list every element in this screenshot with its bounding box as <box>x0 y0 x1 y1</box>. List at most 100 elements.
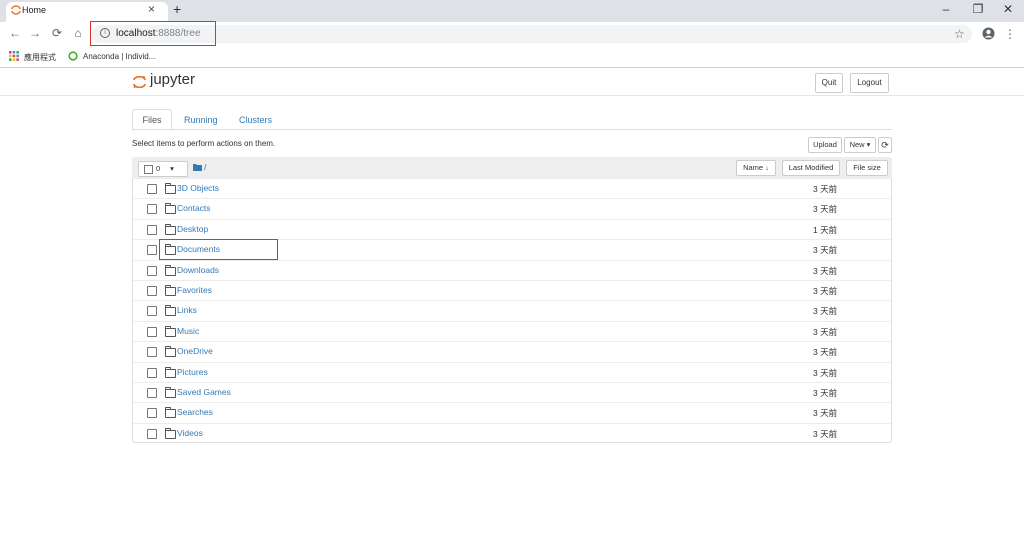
folder-icon <box>165 407 176 419</box>
url-highlight-box <box>90 21 216 46</box>
forward-icon[interactable]: → <box>27 26 43 40</box>
new-dropdown-button[interactable]: New ▾ <box>844 137 876 153</box>
jupyter-favicon-icon <box>11 5 21 15</box>
folder-icon <box>165 387 176 398</box>
close-window-icon[interactable]: ✕ <box>996 2 1020 16</box>
row-checkbox[interactable] <box>147 347 157 358</box>
folder-icon <box>165 203 176 215</box>
quit-button[interactable]: Quit <box>815 73 843 93</box>
bookmark-star-icon[interactable]: ☆ <box>954 27 965 41</box>
tab-clusters[interactable]: Clusters <box>239 115 272 125</box>
row-checkbox[interactable] <box>147 388 157 398</box>
table-row[interactable]: Favorites 3 天前 <box>133 280 891 301</box>
select-hint: Select items to perform actions on them. <box>132 139 276 148</box>
folder-home-icon[interactable] <box>193 163 202 171</box>
table-row[interactable]: Desktop 1 天前 <box>133 218 891 240</box>
folder-icon <box>165 305 176 317</box>
tab-running[interactable]: Running <box>184 115 218 125</box>
row-checkbox[interactable] <box>147 245 157 256</box>
folder-icon <box>165 325 176 337</box>
bookmark-anaconda[interactable]: Anaconda | Individ... <box>83 52 155 61</box>
file-name-link[interactable]: Downloads <box>177 265 219 275</box>
row-checkbox[interactable] <box>147 265 157 276</box>
file-name-link[interactable]: Desktop <box>177 224 208 234</box>
row-checkbox[interactable] <box>147 286 157 296</box>
table-row[interactable]: Videos 3 天前 <box>133 422 891 444</box>
row-checkbox[interactable] <box>147 367 157 378</box>
file-modified: 3 天前 <box>813 286 838 296</box>
select-all-dropdown[interactable]: 0 ▾ <box>138 161 188 177</box>
table-row[interactable]: Contacts 3 天前 <box>133 198 891 219</box>
row-checkbox[interactable] <box>147 184 157 194</box>
folder-icon <box>165 366 176 378</box>
home-icon[interactable]: ⌂ <box>70 26 86 40</box>
reload-icon[interactable]: ⟳ <box>49 26 65 40</box>
caret-down-icon[interactable]: ▾ <box>170 164 174 173</box>
sort-file-size-button[interactable]: File size <box>846 160 888 176</box>
back-icon[interactable]: ← <box>7 26 23 40</box>
jupyter-logo-icon[interactable] <box>133 76 146 88</box>
row-checkbox[interactable] <box>147 306 157 317</box>
table-row[interactable]: 3D Objects 3 天前 <box>133 178 891 199</box>
tab-files[interactable]: Files <box>132 109 172 131</box>
row-checkbox[interactable] <box>147 428 157 439</box>
row-checkbox[interactable] <box>147 204 157 215</box>
minimize-icon[interactable]: – <box>934 2 958 16</box>
sort-last-modified-button[interactable]: Last Modified <box>782 160 840 176</box>
restore-icon[interactable]: ❐ <box>966 2 990 16</box>
address-bar[interactable] <box>92 25 972 43</box>
file-name-link[interactable]: 3D Objects <box>177 183 219 193</box>
file-name-link[interactable]: Contacts <box>177 203 211 213</box>
file-modified: 3 天前 <box>813 367 838 378</box>
breadcrumb[interactable]: / <box>204 162 206 172</box>
file-name-link[interactable]: Favorites <box>177 285 212 295</box>
profile-avatar-icon[interactable] <box>982 27 995 40</box>
bookmark-apps[interactable]: 應用程式 <box>24 52 56 63</box>
select-all-checkbox[interactable] <box>144 164 153 174</box>
row-checkbox[interactable] <box>147 408 157 419</box>
file-modified: 3 天前 <box>813 265 838 276</box>
file-name-link[interactable]: Music <box>177 326 199 336</box>
table-row[interactable]: Searches 3 天前 <box>133 402 891 423</box>
table-row[interactable]: Saved Games 3 天前 <box>133 382 891 403</box>
header-divider <box>0 95 1024 96</box>
file-modified: 3 天前 <box>813 388 838 398</box>
file-modified: 3 天前 <box>813 326 838 337</box>
folder-icon <box>165 285 176 296</box>
anaconda-icon <box>68 51 78 61</box>
folder-icon <box>165 183 176 194</box>
file-name-link[interactable]: OneDrive <box>177 346 213 356</box>
selected-count: 0 <box>156 164 161 173</box>
file-modified: 3 天前 <box>813 428 838 439</box>
logout-button[interactable]: Logout <box>850 73 889 93</box>
file-name-link[interactable]: Saved Games <box>177 387 231 397</box>
sort-name-button[interactable]: Name ↓ <box>736 160 776 176</box>
jupyter-logo-text[interactable]: jupyter <box>150 71 195 88</box>
file-modified: 3 天前 <box>813 347 838 358</box>
table-row[interactable]: Links 3 天前 <box>133 300 891 321</box>
refresh-icon[interactable]: ⟳ <box>878 137 892 153</box>
apps-grid-icon <box>9 51 19 61</box>
new-tab-button[interactable]: + <box>173 1 181 17</box>
folder-icon <box>165 264 176 276</box>
row-checkbox[interactable] <box>147 224 157 235</box>
tab-close-icon[interactable]: × <box>148 2 155 16</box>
file-name-link[interactable]: Links <box>177 305 197 315</box>
row-checkbox[interactable] <box>147 326 157 337</box>
file-name-link[interactable]: Pictures <box>177 367 208 377</box>
file-name-link[interactable]: Searches <box>177 407 213 417</box>
table-row[interactable]: Music 3 天前 <box>133 320 891 342</box>
file-modified: 3 天前 <box>813 204 838 215</box>
file-list-header <box>132 157 892 179</box>
file-name-link[interactable]: Videos <box>177 428 203 438</box>
browser-tab-title: Home <box>22 5 47 15</box>
table-row[interactable]: Pictures 3 天前 <box>133 361 891 383</box>
tabs-divider <box>132 129 892 130</box>
table-row[interactable]: Downloads 3 天前 <box>133 259 891 281</box>
table-row[interactable]: OneDrive 3 天前 <box>133 341 891 362</box>
menu-kebab-icon[interactable]: ⋮ <box>1004 27 1016 41</box>
upload-button[interactable]: Upload <box>808 137 842 153</box>
file-modified: 3 天前 <box>813 245 838 256</box>
file-modified: 3 天前 <box>813 184 838 194</box>
folder-icon <box>165 346 176 358</box>
